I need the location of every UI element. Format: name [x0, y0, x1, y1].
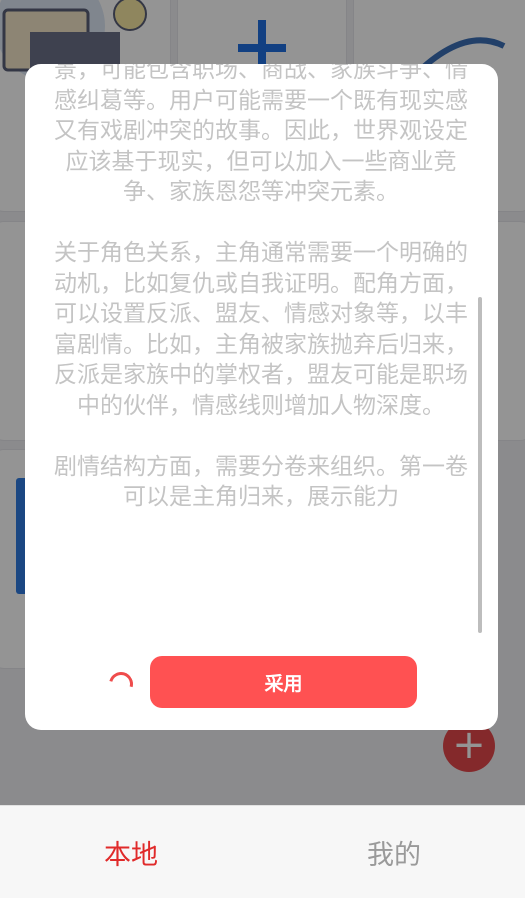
- nav-tab-local[interactable]: 本地: [0, 806, 262, 898]
- bottom-nav: 本地 我的: [0, 805, 525, 898]
- adopt-button[interactable]: 采用: [150, 656, 417, 708]
- generated-paragraph: 剧情结构方面，需要分卷来组织。第一卷可以是主角归来，展示能力: [54, 453, 468, 511]
- generated-paragraph: 景，可能包含职场、商战、家族斗争、情感纠葛等。用户可能需要一个既有现实感又有戏剧…: [54, 64, 468, 205]
- loading-spinner-icon: [104, 667, 138, 701]
- generated-paragraph: 关于角色关系，主角通常需要一个明确的动机，比如复仇或自我证明。配角方面，可以设置…: [54, 240, 468, 419]
- generated-text-scroll-area[interactable]: 景，可能包含职场、商战、家族斗争、情感纠葛等。用户可能需要一个既有现实感又有戏剧…: [41, 64, 487, 616]
- scrollbar[interactable]: [478, 297, 482, 633]
- generated-content-dialog: 景，可能包含职场、商战、家族斗争、情感纠葛等。用户可能需要一个既有现实感又有戏剧…: [25, 64, 498, 730]
- nav-tab-mine[interactable]: 我的: [263, 806, 525, 898]
